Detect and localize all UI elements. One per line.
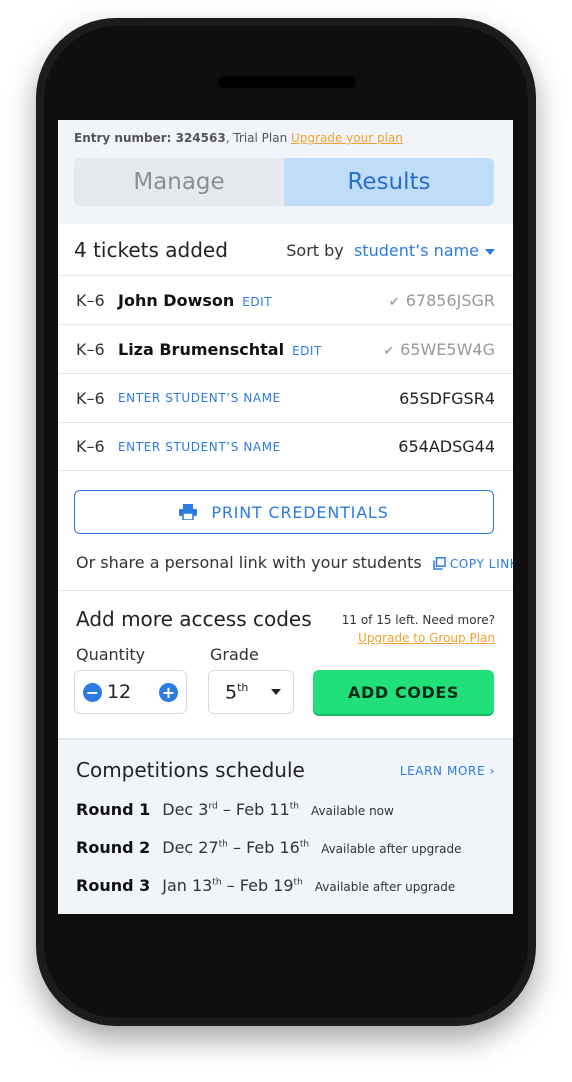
- round-name: Round 1: [76, 800, 151, 819]
- round-status: Available now: [310, 804, 394, 818]
- plus-icon[interactable]: +: [159, 682, 178, 702]
- sort-value[interactable]: student’s name: [354, 241, 479, 260]
- round-dates: Dec 3rd – Feb 11th: [162, 800, 299, 819]
- print-credentials-button[interactable]: PRINT CREDENTIALS: [74, 490, 494, 534]
- header: Entry number: 324563, Trial Plan Upgrade…: [58, 120, 513, 224]
- ticket-grade: K–6: [76, 339, 105, 359]
- tab-results[interactable]: Results: [284, 158, 494, 206]
- round-dates: Dec 27th – Feb 16th: [162, 838, 310, 857]
- entry-info: Entry number: 324563, Trial Plan Upgrade…: [74, 131, 403, 145]
- chevron-down-icon: [271, 689, 281, 695]
- ticket-code: 65SDFGSR4: [399, 388, 495, 408]
- codes-remaining-text: 11 of 15 left. Need more?: [341, 613, 495, 627]
- add-codes-title: Add more access codes: [76, 607, 312, 631]
- ticket-student-name: Liza Brumenschtal EDIT: [118, 339, 322, 359]
- chevron-down-icon: [485, 248, 495, 255]
- upgrade-plan-link[interactable]: Upgrade your plan: [291, 131, 403, 145]
- table-row: K–6 John Dowson EDIT ✔ 67856JSGR: [58, 275, 513, 324]
- edit-link[interactable]: EDIT: [292, 344, 322, 358]
- enter-student-name-link[interactable]: ENTER STUDENT’S NAME: [118, 440, 281, 454]
- table-row: K–6 ENTER STUDENT’S NAME 654ADSG44: [58, 422, 513, 471]
- schedule-section: Competitions schedule LEARN MORE › Round…: [58, 738, 513, 914]
- round-row: Round 2 Dec 27th – Feb 16th Available afte…: [76, 838, 462, 857]
- tab-manage[interactable]: Manage: [74, 158, 284, 206]
- upgrade-group-plan-link[interactable]: Upgrade to Group Plan: [342, 629, 495, 647]
- ticket-code: 654ADSG44: [398, 437, 495, 456]
- divider: [58, 590, 513, 591]
- check-icon: ✔: [383, 343, 395, 359]
- quantity-stepper[interactable]: − 12 +: [74, 670, 187, 714]
- edit-link[interactable]: EDIT: [242, 295, 272, 309]
- grade-label: Grade: [210, 645, 259, 664]
- table-row: K–6 Liza Brumenschtal EDIT ✔ 65WE5W4G: [58, 324, 513, 373]
- quantity-value: 12: [106, 681, 132, 703]
- view-tabs: Manage Results: [74, 158, 494, 206]
- grade-select[interactable]: 5th: [208, 670, 294, 714]
- chevron-right-icon: ›: [489, 764, 495, 778]
- add-codes-button[interactable]: ADD CODES: [313, 670, 494, 714]
- round-status: Available after upgrade: [321, 842, 462, 856]
- table-row: K–6 ENTER STUDENT’S NAME 65SDFGSR4: [58, 373, 513, 422]
- round-row: Round 3 Jan 13th – Feb 19th Available afte…: [76, 876, 455, 895]
- round-row: Round 1 Dec 3rd – Feb 11th Available now: [76, 800, 394, 819]
- phone-frame: Entry number: 324563, Trial Plan Upgrade…: [36, 18, 536, 1026]
- round-status: Available after upgrade: [314, 880, 456, 894]
- sort-label: Sort by: [286, 241, 344, 260]
- sort-control[interactable]: Sort by student’s name: [286, 241, 495, 260]
- learn-more-link[interactable]: LEARN MORE ›: [400, 764, 495, 778]
- share-row: Or share a personal link with your stude…: [76, 553, 513, 572]
- ticket-code: ✔ 67856JSGR: [388, 290, 495, 310]
- round-dates: Jan 13th – Feb 19th: [162, 876, 303, 895]
- grade-value: 5th: [225, 680, 249, 704]
- app-screen: Entry number: 324563, Trial Plan Upgrade…: [58, 120, 513, 914]
- codes-remaining: 11 of 15 left. Need more? Upgrade to Gro…: [342, 611, 495, 647]
- ticket-grade: K–6: [76, 388, 105, 408]
- printer-icon: [179, 504, 198, 520]
- plan-text: , Trial Plan: [225, 131, 288, 145]
- print-credentials-label: PRINT CREDENTIALS: [211, 502, 389, 522]
- tickets-count: 4 tickets added: [74, 238, 228, 262]
- ticket-student-name: John Dowson EDIT: [118, 290, 272, 310]
- ticket-grade: K–6: [76, 437, 105, 456]
- round-name: Round 2: [76, 838, 151, 857]
- schedule-title: Competitions schedule: [76, 758, 305, 782]
- phone-speaker: [218, 76, 356, 88]
- copy-icon: [433, 557, 446, 570]
- copy-link-button[interactable]: COPY LINK: [433, 557, 513, 571]
- enter-student-name-link[interactable]: ENTER STUDENT’S NAME: [118, 391, 281, 405]
- ticket-grade: K–6: [76, 290, 105, 310]
- minus-icon[interactable]: −: [83, 682, 102, 702]
- entry-number: Entry number: 324563: [74, 131, 226, 145]
- quantity-label: Quantity: [76, 645, 146, 664]
- round-name: Round 3: [76, 876, 151, 895]
- share-text: Or share a personal link with your stude…: [76, 553, 422, 572]
- ticket-code: ✔ 65WE5W4G: [383, 339, 495, 359]
- check-icon: ✔: [388, 294, 400, 310]
